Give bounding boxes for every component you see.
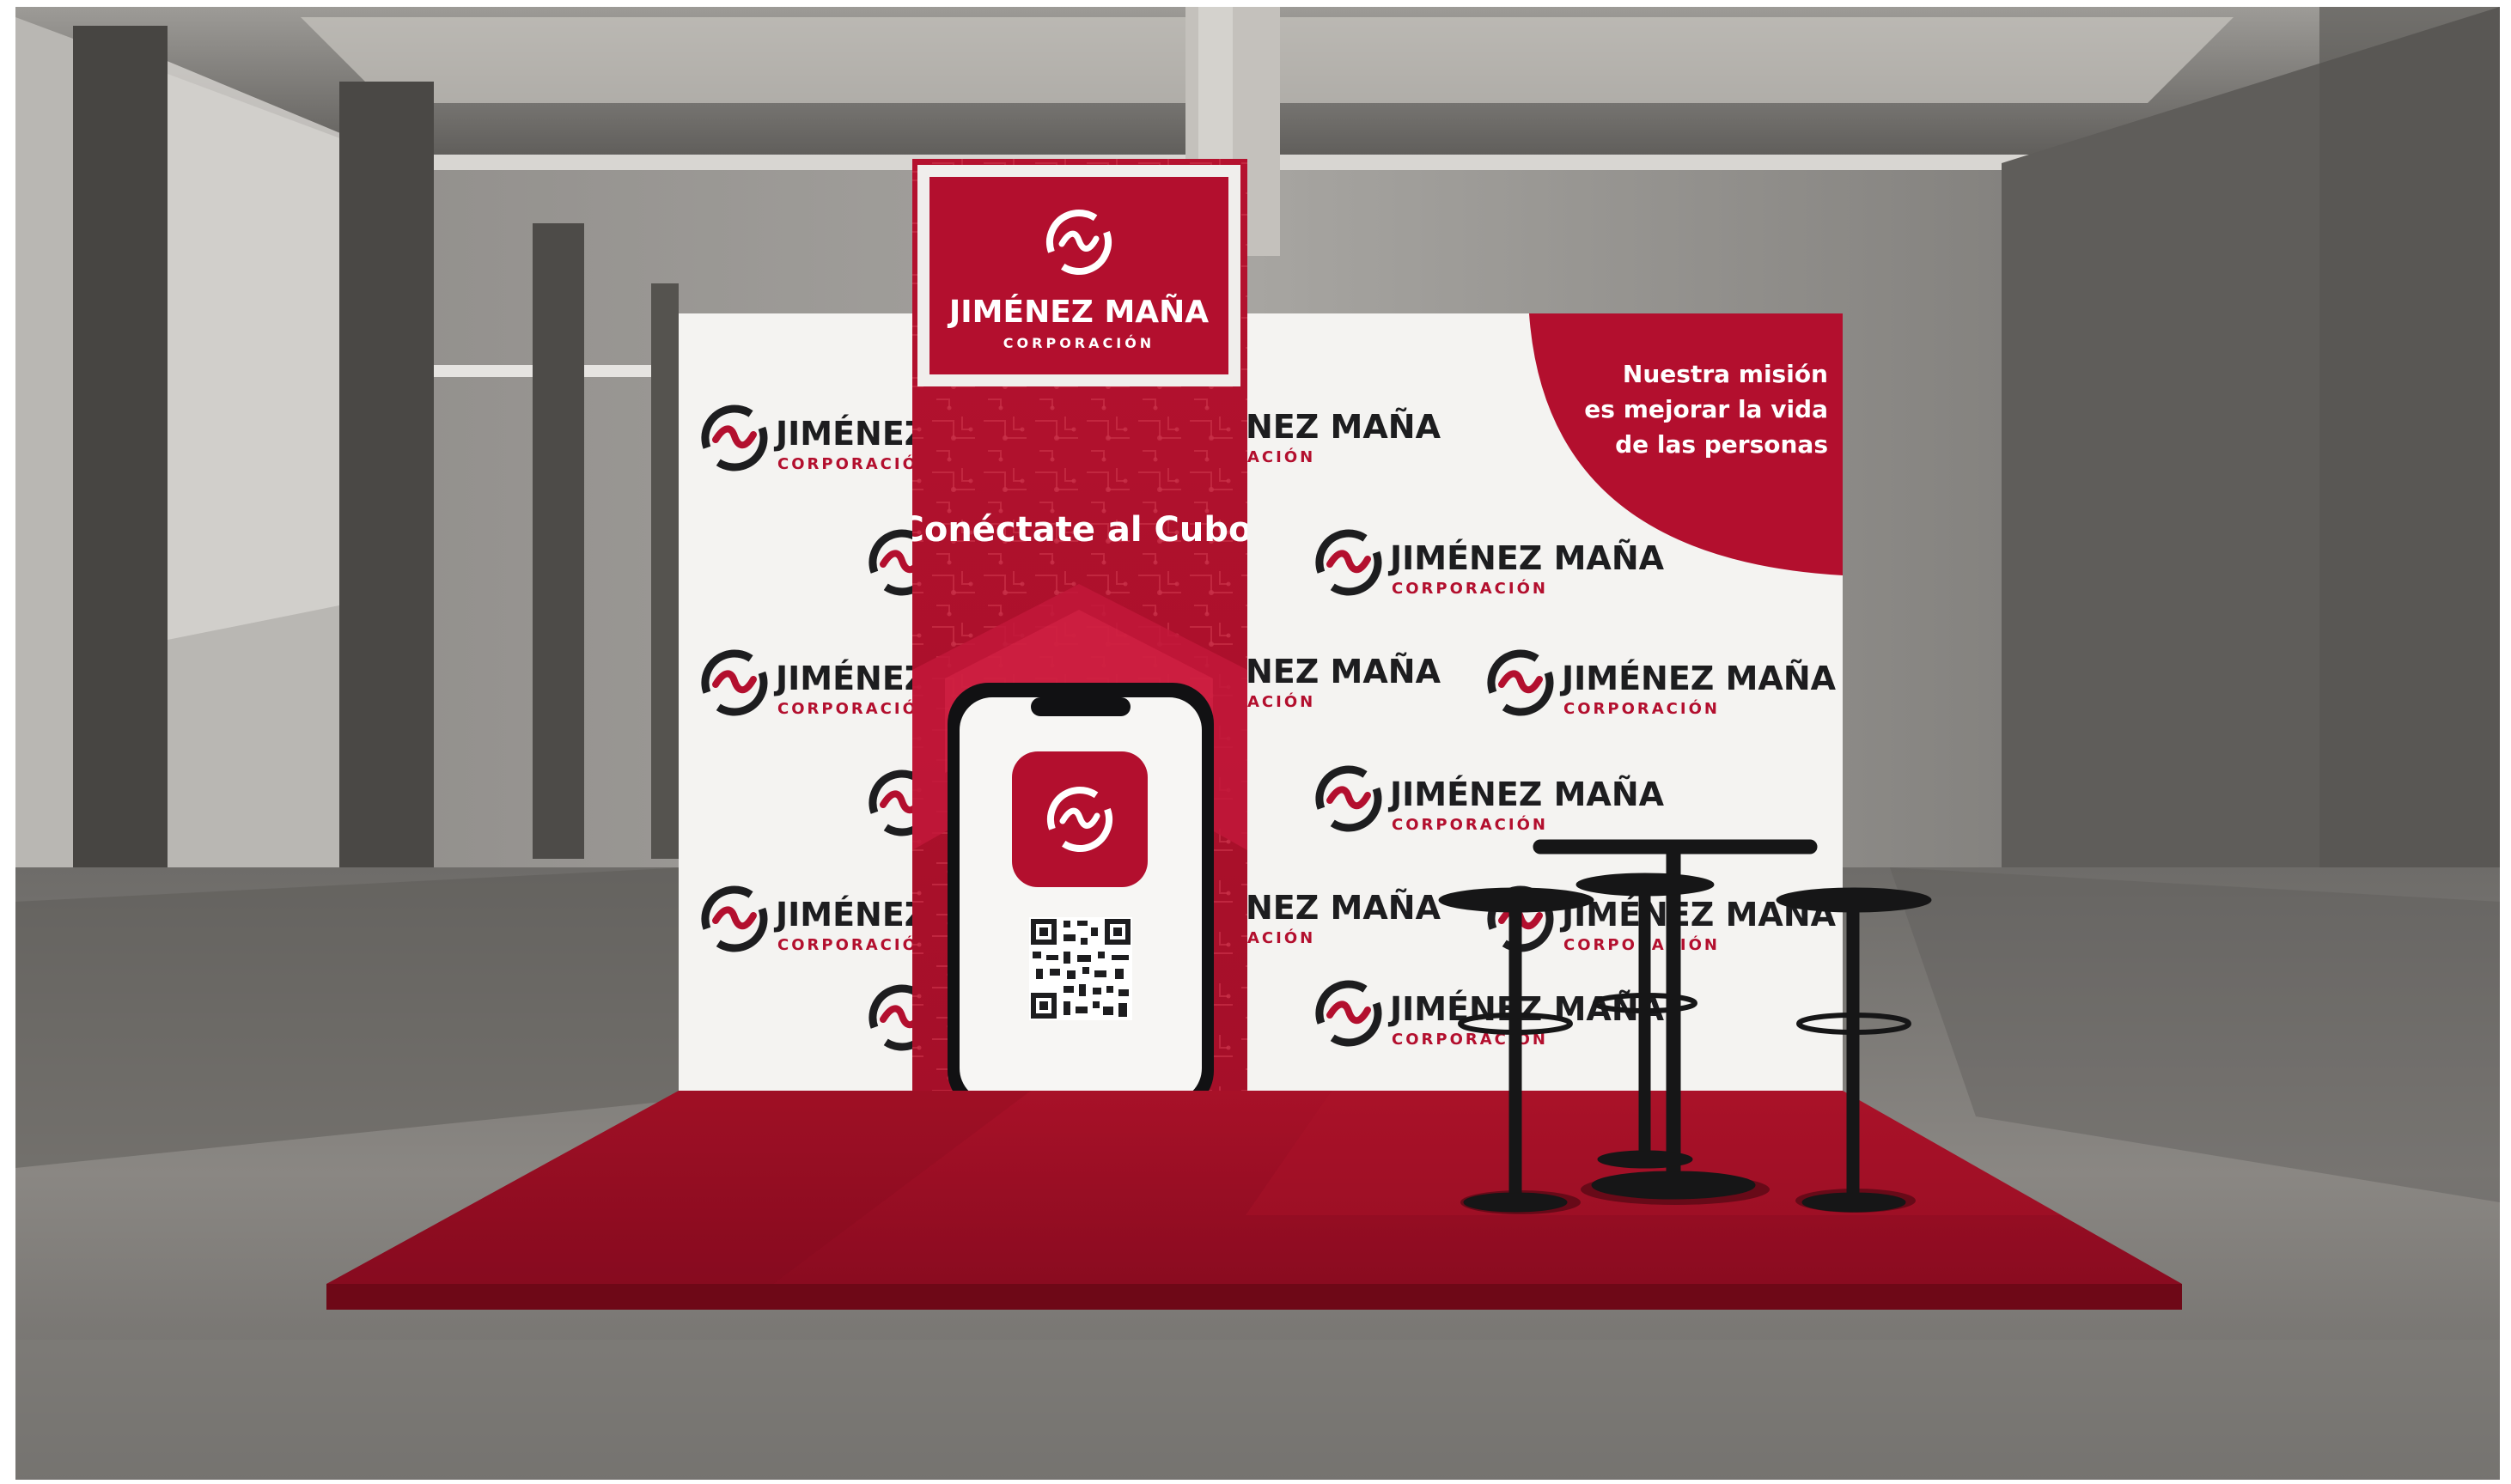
brand-tile-name: NEZ MAÑA — [1246, 653, 1441, 690]
brand-tile-name: JIMÉNEZ MAÑA — [1387, 539, 1665, 577]
right-backdrop-wall: Nuestra misión es mejorar la vida de las… — [1246, 313, 1843, 1091]
brand-tile-name: JIMÉNEZ — [773, 415, 928, 453]
qr-code-icon — [1029, 917, 1132, 1020]
header-brand-name: JIMÉNEZ MAÑA — [947, 294, 1209, 330]
left-backdrop-wall: JIMÉNEZ CORPORACIÓ JIMÉNEZ CORPORACIÓ JI… — [679, 313, 928, 1091]
brand-tile-name: JIMÉNEZ MAÑA — [1387, 775, 1665, 813]
brand-tile-sub: ACIÓN — [1247, 447, 1315, 466]
center-banner: JIMÉNEZ MAÑA CORPORACIÓN Conéctate al Cu… — [899, 159, 1252, 1095]
brand-tile-name: NEZ MAÑA — [1246, 408, 1441, 446]
mission-line-1: Nuestra misión — [1623, 360, 1828, 388]
brand-tile-name: JIMÉNEZ — [773, 896, 928, 934]
brand-tile-sub: CORPORACIÓ — [777, 454, 918, 473]
smartphone-mockup — [948, 683, 1214, 1095]
brand-tile-sub: CORPORACIÓN — [1392, 815, 1548, 834]
mission-line-3: de las personas — [1615, 430, 1828, 459]
brand-tile-name: JIMÉNEZ MAÑA — [1559, 660, 1837, 697]
brand-tile-sub: CORPORACIÓN — [1392, 579, 1548, 598]
brand-tile-sub: ACIÓN — [1247, 928, 1315, 947]
brand-tile-sub: CORPORACIÓ — [777, 699, 918, 718]
brand-tile-sub: CORPORACIÓN — [1563, 699, 1720, 718]
brand-tile-name: JIMÉNEZ — [773, 660, 928, 697]
mission-line-2: es mejorar la vida — [1584, 395, 1828, 423]
brand-tile-name: NEZ MAÑA — [1246, 889, 1441, 927]
booth-scene: JIMÉNEZ CORPORACIÓ JIMÉNEZ CORPORACIÓ JI… — [0, 0, 2511, 1484]
header-brand-sub: CORPORACIÓN — [1003, 335, 1155, 351]
slogan-text: Conéctate al Cubo — [899, 510, 1252, 550]
brand-tile-sub: ACIÓN — [1247, 692, 1315, 711]
brand-tile-sub: CORPORACIÓ — [777, 935, 918, 954]
